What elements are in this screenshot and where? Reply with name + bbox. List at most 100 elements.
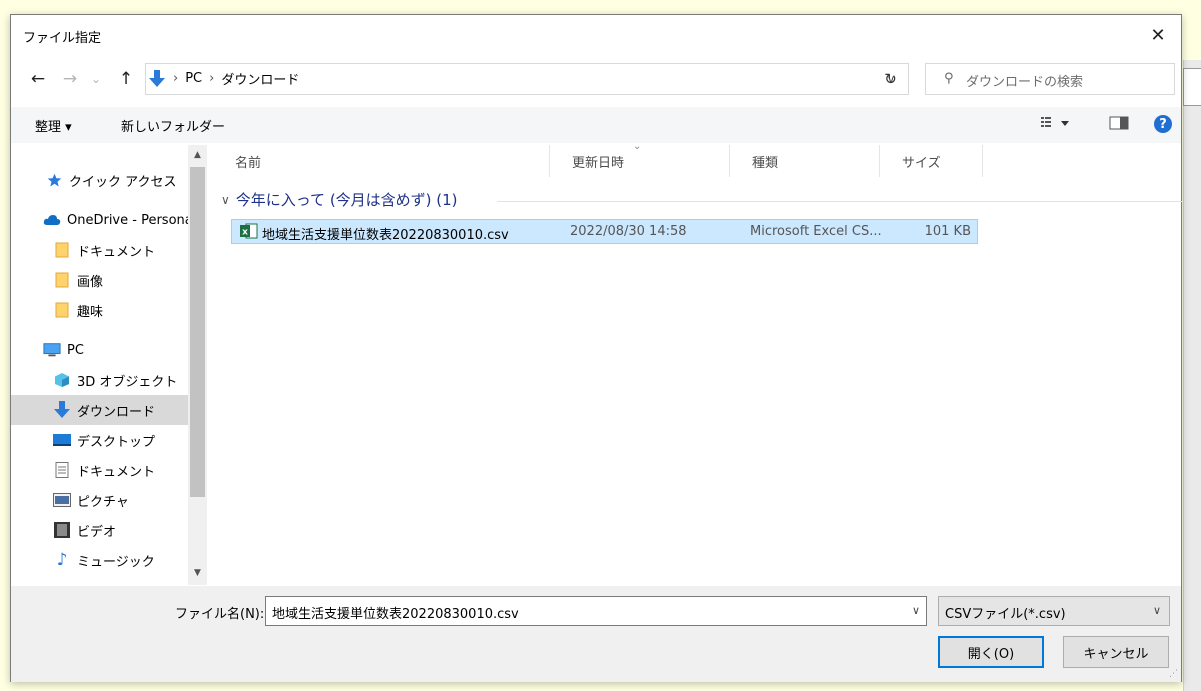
sidebar-scrollbar-thumb[interactable] [190,167,205,497]
file-date: 2022/08/30 14:58 [570,224,687,239]
back-button[interactable]: ← [25,65,51,93]
close-button[interactable]: ✕ [1135,15,1181,55]
cancel-button[interactable]: キャンセル [1063,636,1169,668]
forward-button[interactable]: → [57,65,83,93]
sidebar-item-label: ミュージック [77,554,155,570]
breadcrumb-downloads[interactable]: ダウンロード [221,69,299,88]
column-header-name[interactable]: 名前 [213,145,550,177]
file-row[interactable]: x 地域生活支援単位数表20220830010.csv 2022/08/30 1… [231,219,978,244]
chevron-down-icon: ∨ [1152,604,1161,617]
sidebar-item-label: 趣味 [77,304,104,320]
folder-icon [53,272,71,288]
preview-pane-button[interactable] [1109,114,1129,132]
group-header[interactable]: ∨ 今年に入って (今月は含めず) (1) [221,189,458,210]
sidebar-item-documents[interactable]: ドキュメント [11,455,207,485]
recent-locations-button[interactable]: ⌄ [87,65,105,93]
star-icon [45,172,63,188]
filename-value: 地域生活支援単位数表20220830010.csv [272,607,519,622]
sidebar-item-music[interactable]: ♪ ミュージック [11,545,207,575]
dialog-footer: ファイル名(N): 地域生活支援単位数表20220830010.csv ∨ CS… [11,586,1181,682]
view-options-button[interactable] [1041,114,1071,132]
sidebar-item-pictures[interactable]: ピクチャ [11,485,207,515]
sidebar-item-label: ビデオ [77,524,117,540]
scroll-down-icon[interactable]: ▼ [190,565,205,581]
sidebar-item-onedrive-documents[interactable]: ドキュメント [11,235,207,265]
sidebar-item-pc[interactable]: PC [11,335,207,365]
sidebar-item-desktop[interactable]: デスクトップ [11,425,207,455]
column-header-label: サイズ [902,155,941,171]
open-button-label: 開く(O) [967,646,1015,662]
refresh-button[interactable]: ↻ [873,63,909,95]
background-window-edge [1183,60,1201,691]
sidebar-item-quick-access[interactable]: クイック アクセス [11,165,207,195]
column-header-label: 更新日時 [572,155,625,171]
sidebar-item-pictures-folder[interactable]: 画像 [11,265,207,295]
column-header-label: 名前 [235,155,262,171]
sidebar-item-label: PC [67,342,84,358]
address-bar[interactable]: › PC › ダウンロード ∨ [145,63,909,95]
column-header-date[interactable]: 更新日時 [550,145,730,177]
sidebar-item-label: クイック アクセス [69,174,177,190]
search-box[interactable]: ⚲ ダウンロードの検索 [925,63,1175,95]
folder-icon [53,302,71,318]
forward-arrow-icon: → [62,69,78,89]
sidebar-item-label: 画像 [77,274,104,290]
monitor-icon [43,342,61,358]
file-type-value: CSVファイル(*.csv) [945,607,1066,622]
new-folder-button[interactable]: 新しいフォルダー [121,116,225,135]
file-list: 名前 ⌄ 更新日時 種類 サイズ ∨ 今年に入って (今月は含めず) (1) x… [213,141,1183,585]
dialog-title: ファイル指定 [23,31,102,46]
navigation-pane: クイック アクセス OneDrive - Personal ドキュメント 画像 … [11,145,207,585]
filename-input[interactable]: 地域生活支援単位数表20220830010.csv ∨ [265,596,927,626]
navigation-bar: ← → ⌄ ↑ › PC › ダウンロード ∨ ↻ ⚲ ダウンロードの検索 [11,61,1181,97]
group-header-label: 今年に入って (今月は含めず) (1) [235,191,458,209]
column-header-label: 種類 [752,155,779,171]
preview-pane-icon [1109,116,1129,130]
scroll-up-icon[interactable]: ▲ [190,147,205,163]
sidebar-item-label: デスクトップ [77,434,156,450]
excel-csv-icon: x [240,223,258,243]
breadcrumb-separator-icon: › [209,71,215,86]
desktop-icon [53,432,71,448]
sidebar-item-downloads[interactable]: ダウンロード [11,395,207,425]
up-button[interactable]: ↑ [115,65,137,93]
file-type: Microsoft Excel CS... [750,224,882,239]
up-arrow-icon: ↑ [118,69,134,89]
filename-label: ファイル名(N): [175,607,265,622]
sidebar-item-label: ドキュメント [77,244,156,260]
download-icon [148,69,166,87]
chevron-down-icon[interactable]: ∨ [912,604,920,617]
file-name: 地域生活支援単位数表20220830010.csv [262,228,509,243]
svg-text:x: x [242,228,248,238]
breadcrumb-pc[interactable]: PC [185,71,202,86]
title-bar: ファイル指定 ✕ [11,15,1181,55]
column-header-type[interactable]: 種類 [730,145,880,177]
video-icon [53,522,71,538]
sidebar-item-3d-objects[interactable]: 3D オブジェクト [11,365,207,395]
group-divider [497,201,1183,202]
sidebar-item-videos[interactable]: ビデオ [11,515,207,545]
sidebar-item-label: ドキュメント [77,464,156,480]
sidebar-item-label: ピクチャ [77,494,129,510]
sidebar-item-onedrive[interactable]: OneDrive - Personal [11,205,207,235]
picture-icon [53,492,71,508]
document-icon [53,462,71,478]
cube-icon [53,372,71,388]
file-size: 101 KB [924,224,971,239]
search-placeholder: ダウンロードの検索 [966,75,1084,90]
column-header-size[interactable]: サイズ [880,145,983,177]
refresh-icon: ↻ [884,70,897,88]
background-window-field [1183,68,1201,106]
breadcrumb-separator-icon: › [173,71,179,86]
command-bar: 整理 ▾ 新しいフォルダー ? [11,107,1181,143]
sidebar-item-label: 3D オブジェクト [77,374,178,390]
help-icon[interactable]: ? [1154,115,1172,133]
search-icon: ⚲ [944,71,954,86]
open-button[interactable]: 開く(O) [938,636,1044,668]
resize-grip-icon[interactable]: ⋰ [1169,669,1178,679]
organize-button[interactable]: 整理 ▾ [35,116,72,135]
file-type-select[interactable]: CSVファイル(*.csv) ∨ [938,596,1170,626]
download-icon [53,401,71,418]
sidebar-scrollbar[interactable]: ▲ ▼ [188,145,207,585]
sidebar-item-hobby-folder[interactable]: 趣味 [11,295,207,325]
